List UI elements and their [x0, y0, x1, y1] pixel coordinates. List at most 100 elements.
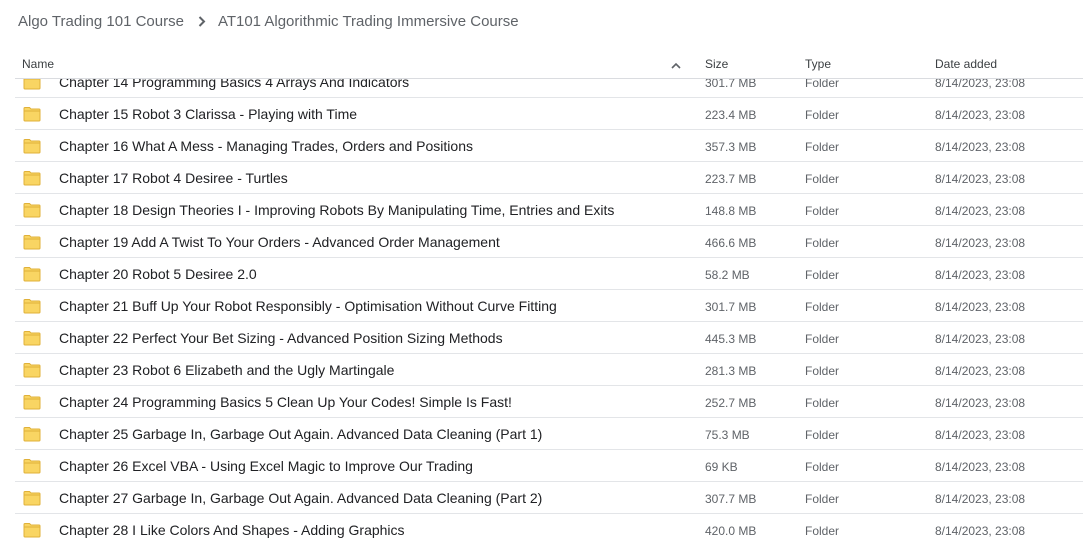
item-name: Chapter 20 Robot 5 Desiree 2.0 [59, 266, 257, 282]
item-date-added: 8/14/2023, 23:08 [935, 460, 1026, 474]
item-name: Chapter 26 Excel VBA - Using Excel Magic… [59, 458, 473, 474]
list-header: Name Size Type Date added [15, 50, 1083, 79]
item-date-added: 8/14/2023, 23:08 [935, 204, 1026, 218]
item-size: 301.7 MB [705, 300, 757, 314]
folder-icon [23, 426, 41, 447]
item-size: 223.4 MB [705, 108, 757, 122]
list-item[interactable]: Chapter 25 Garbage In, Garbage Out Again… [15, 418, 1083, 450]
list-item[interactable]: Chapter 19 Add A Twist To Your Orders - … [15, 226, 1083, 258]
item-type: Folder [805, 396, 840, 410]
item-date-added: 8/14/2023, 23:08 [935, 140, 1026, 154]
item-date-added: 8/14/2023, 23:08 [935, 300, 1026, 314]
item-name: Chapter 22 Perfect Your Bet Sizing - Adv… [59, 330, 503, 346]
folder-icon [23, 138, 41, 159]
item-name: Chapter 17 Robot 4 Desiree - Turtles [59, 170, 288, 186]
item-size: 466.6 MB [705, 236, 757, 250]
item-date-added: 8/14/2023, 23:08 [935, 364, 1026, 378]
item-name: Chapter 18 Design Theories I - Improving… [59, 202, 615, 218]
item-date-added: 8/14/2023, 23:08 [935, 492, 1026, 506]
item-name: Chapter 27 Garbage In, Garbage Out Again… [59, 490, 543, 506]
folder-icon [23, 266, 41, 287]
folder-icon [23, 202, 41, 223]
item-size: 281.3 MB [705, 364, 757, 378]
chevron-right-icon [198, 15, 206, 27]
item-date-added: 8/14/2023, 23:08 [935, 332, 1026, 346]
item-type: Folder [805, 300, 840, 314]
item-date-added: 8/14/2023, 23:08 [935, 79, 1026, 90]
column-header-name[interactable]: Name [22, 57, 54, 71]
item-date-added: 8/14/2023, 23:08 [935, 268, 1026, 282]
item-name: Chapter 24 Programming Basics 5 Clean Up… [59, 394, 512, 410]
item-size: 75.3 MB [705, 428, 750, 442]
file-list: Name Size Type Date added Chapter 14 Pro… [15, 50, 1083, 538]
column-header-date-added[interactable]: Date added [935, 57, 997, 71]
list-item[interactable]: Chapter 26 Excel VBA - Using Excel Magic… [15, 450, 1083, 482]
item-date-added: 8/14/2023, 23:08 [935, 524, 1026, 538]
breadcrumb-item-root[interactable]: Algo Trading 101 Course [18, 13, 184, 30]
item-date-added: 8/14/2023, 23:08 [935, 108, 1026, 122]
list-item[interactable]: Chapter 14 Programming Basics 4 Arrays A… [15, 79, 1083, 98]
list-item[interactable]: Chapter 21 Buff Up Your Robot Responsibl… [15, 290, 1083, 322]
item-name: Chapter 14 Programming Basics 4 Arrays A… [59, 79, 410, 90]
item-type: Folder [805, 364, 840, 378]
item-size: 445.3 MB [705, 332, 757, 346]
item-name: Chapter 23 Robot 6 Elizabeth and the Ugl… [59, 362, 395, 378]
item-date-added: 8/14/2023, 23:08 [935, 236, 1026, 250]
item-size: 58.2 MB [705, 268, 750, 282]
folder-icon [23, 106, 41, 127]
item-size: 223.7 MB [705, 172, 757, 186]
list-item[interactable]: Chapter 23 Robot 6 Elizabeth and the Ugl… [15, 354, 1083, 386]
item-size: 252.7 MB [705, 396, 757, 410]
list-item[interactable]: Chapter 28 I Like Colors And Shapes - Ad… [15, 514, 1083, 543]
item-type: Folder [805, 140, 840, 154]
item-name: Chapter 25 Garbage In, Garbage Out Again… [59, 426, 543, 442]
item-size: 307.7 MB [705, 492, 757, 506]
item-type: Folder [805, 268, 840, 282]
list-item[interactable]: Chapter 15 Robot 3 Clarissa - Playing wi… [15, 98, 1083, 130]
list-item[interactable]: Chapter 16 What A Mess - Managing Trades… [15, 130, 1083, 162]
folder-icon [23, 298, 41, 319]
item-type: Folder [805, 332, 840, 346]
item-name: Chapter 19 Add A Twist To Your Orders - … [59, 234, 500, 250]
item-size: 357.3 MB [705, 140, 757, 154]
list-item[interactable]: Chapter 22 Perfect Your Bet Sizing - Adv… [15, 322, 1083, 354]
list-item[interactable]: Chapter 18 Design Theories I - Improving… [15, 194, 1083, 226]
folder-icon [23, 458, 41, 479]
list-body[interactable]: Chapter 14 Programming Basics 4 Arrays A… [15, 79, 1083, 543]
breadcrumb-item-current[interactable]: AT101 Algorithmic Trading Immersive Cour… [218, 13, 519, 30]
item-type: Folder [805, 428, 840, 442]
item-size: 148.8 MB [705, 204, 757, 218]
item-name: Chapter 21 Buff Up Your Robot Responsibl… [59, 298, 557, 314]
item-type: Folder [805, 79, 840, 90]
sort-ascending-icon[interactable] [671, 58, 681, 72]
folder-icon [23, 522, 41, 543]
folder-icon [23, 234, 41, 255]
column-header-type[interactable]: Type [805, 57, 831, 71]
item-type: Folder [805, 524, 840, 538]
item-type: Folder [805, 460, 840, 474]
item-name: Chapter 15 Robot 3 Clarissa - Playing wi… [59, 106, 358, 122]
list-item[interactable]: Chapter 27 Garbage In, Garbage Out Again… [15, 482, 1083, 514]
folder-icon [23, 490, 41, 511]
folder-icon [23, 362, 41, 383]
list-item[interactable]: Chapter 17 Robot 4 Desiree - Turtles 223… [15, 162, 1083, 194]
item-size: 301.7 MB [705, 79, 757, 90]
item-date-added: 8/14/2023, 23:08 [935, 396, 1026, 410]
item-type: Folder [805, 236, 840, 250]
folder-icon [23, 170, 41, 191]
list-item[interactable]: Chapter 20 Robot 5 Desiree 2.0 58.2 MB F… [15, 258, 1083, 290]
item-name: Chapter 28 I Like Colors And Shapes - Ad… [59, 522, 405, 538]
breadcrumb: Algo Trading 101 Course AT101 Algorithmi… [18, 11, 519, 31]
item-type: Folder [805, 172, 840, 186]
item-size: 420.0 MB [705, 524, 757, 538]
folder-icon [23, 330, 41, 351]
item-size: 69 KB [705, 460, 738, 474]
item-date-added: 8/14/2023, 23:08 [935, 428, 1026, 442]
folder-icon [23, 79, 41, 95]
item-type: Folder [805, 204, 840, 218]
folder-icon [23, 394, 41, 415]
item-date-added: 8/14/2023, 23:08 [935, 172, 1026, 186]
list-item[interactable]: Chapter 24 Programming Basics 5 Clean Up… [15, 386, 1083, 418]
column-header-size[interactable]: Size [705, 57, 728, 71]
item-type: Folder [805, 108, 840, 122]
